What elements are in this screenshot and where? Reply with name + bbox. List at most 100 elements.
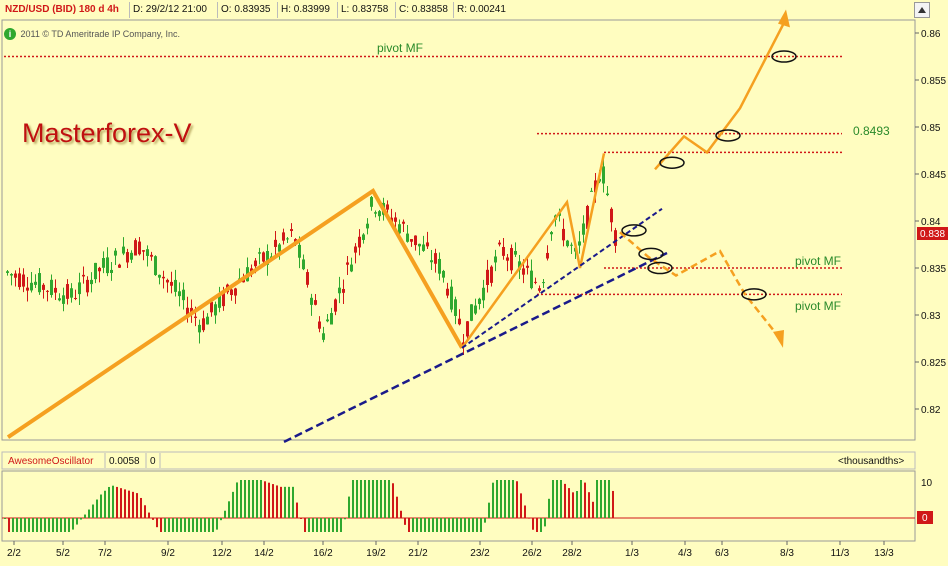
oscillator-bar xyxy=(296,502,298,518)
candle-body xyxy=(142,250,145,252)
candle-body xyxy=(442,270,445,278)
x-tick-label: 28/2 xyxy=(562,548,582,559)
oscillator-bar xyxy=(80,518,82,520)
oscillator-bar xyxy=(524,505,526,518)
oscillator-bar xyxy=(364,480,366,518)
candle-body xyxy=(534,281,537,283)
candle-body xyxy=(434,253,437,264)
candle-body xyxy=(106,257,109,274)
candle-body xyxy=(170,281,173,286)
oscillator-bar xyxy=(560,480,562,518)
oscillator-bar xyxy=(72,518,74,530)
candle-body xyxy=(158,274,161,278)
candle-body xyxy=(30,282,33,291)
candles-group xyxy=(6,157,617,356)
candle-body xyxy=(210,301,213,313)
oscillator-name[interactable]: AwesomeOscillator xyxy=(8,456,94,467)
candle-body xyxy=(378,211,381,217)
oscillator-bar xyxy=(120,488,122,518)
candle-body xyxy=(10,274,13,276)
oscillator-bar xyxy=(408,518,410,532)
oscillator-bar xyxy=(152,518,154,520)
oscillator-bar xyxy=(380,480,382,518)
oscillator-bar xyxy=(328,518,330,532)
pivot-lines xyxy=(4,55,842,296)
oscillator-bar xyxy=(544,518,546,527)
oscillator-bar xyxy=(248,480,250,518)
candle-body xyxy=(282,232,285,241)
oscillator-bar xyxy=(412,518,414,532)
oscillator-bar xyxy=(540,518,542,532)
candle-body xyxy=(538,288,541,291)
candle-body xyxy=(506,257,509,261)
price-axis: 0.86 0.855 0.85 0.845 0.84 0.835 0.83 0.825 0.82 xyxy=(915,29,946,416)
oscillator-bar xyxy=(512,480,514,518)
oscillator-bar xyxy=(172,518,174,532)
oscillator-bar xyxy=(396,496,398,518)
oscillator-bar xyxy=(208,518,210,532)
oscillator-bar xyxy=(452,518,454,532)
candle-body xyxy=(530,270,533,289)
oscillator-bar xyxy=(144,505,146,518)
candle-body xyxy=(286,238,289,240)
oscillator-bar xyxy=(276,485,278,518)
oscillator-bar xyxy=(468,518,470,532)
candle-body xyxy=(274,239,277,247)
candle-body xyxy=(110,269,113,273)
oscillator-bar xyxy=(476,518,478,532)
price-chart: 0.86 0.855 0.85 0.845 0.84 0.835 0.83 0.825 0.82… xyxy=(1,9,948,559)
oscillator-bar xyxy=(160,518,162,532)
candle-body xyxy=(386,204,389,210)
oscillator-bar xyxy=(76,518,78,525)
candle-body xyxy=(590,190,593,192)
oscillator-bar xyxy=(500,480,502,518)
oscillator-zero-tag-text: 0 xyxy=(922,513,928,524)
oscillator-bar xyxy=(272,484,274,518)
candle-body xyxy=(342,288,345,293)
y-tick-label: 0.825 xyxy=(921,358,946,369)
oscillator-bar xyxy=(356,480,358,518)
candle-body xyxy=(482,287,485,301)
candle-body xyxy=(610,208,613,223)
candle-body xyxy=(78,282,81,295)
oscillator-bar xyxy=(480,518,482,532)
oscillator-bar xyxy=(60,518,62,532)
candle-body xyxy=(234,288,237,296)
x-tick-label: 2/2 xyxy=(7,548,21,559)
candle-body xyxy=(258,252,261,254)
x-tick-label: 11/3 xyxy=(831,548,850,559)
candle-body xyxy=(86,279,89,293)
y-tick-label: 0.845 xyxy=(921,170,946,181)
x-tick-label: 23/2 xyxy=(470,548,490,559)
x-tick-label: 12/2 xyxy=(212,548,232,559)
candle-body xyxy=(306,272,309,285)
oscillator-bar xyxy=(388,480,390,518)
candle-body xyxy=(146,249,149,256)
candle-body xyxy=(230,289,233,296)
candle-body xyxy=(562,228,565,241)
oscillator-bar xyxy=(592,501,594,518)
candle-body xyxy=(366,223,369,229)
oscillator-bar xyxy=(228,501,230,518)
candle-body xyxy=(182,289,185,301)
oscillator-bar xyxy=(96,499,98,518)
oscillator-bar xyxy=(200,518,202,532)
candle-body xyxy=(454,299,457,316)
candle-body xyxy=(206,316,209,325)
candle-body xyxy=(54,287,57,293)
x-tick-label: 21/2 xyxy=(408,548,428,559)
oscillator-bar xyxy=(320,518,322,532)
oscillator-bar xyxy=(184,518,186,532)
x-tick-label: 5/2 xyxy=(56,548,70,559)
oscillator-bar xyxy=(168,518,170,532)
candle-body xyxy=(194,316,197,318)
candle-body xyxy=(402,221,405,224)
oscillator-bar xyxy=(404,518,406,525)
oscillator-bar xyxy=(216,518,218,530)
y-tick-label: 0.84 xyxy=(921,217,941,228)
oscillator-bar xyxy=(108,486,110,518)
x-tick-label: 1/3 xyxy=(625,548,639,559)
candle-body xyxy=(578,241,581,246)
oscillator-bar xyxy=(300,518,302,519)
oscillator-bar xyxy=(236,482,238,518)
